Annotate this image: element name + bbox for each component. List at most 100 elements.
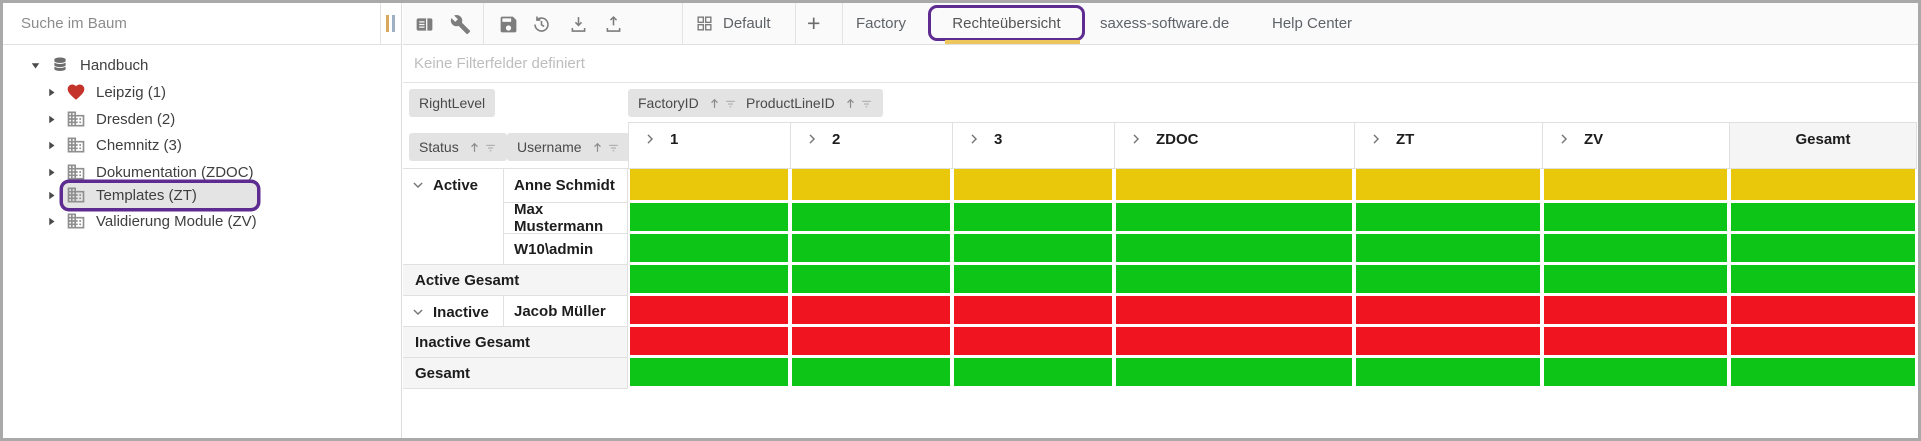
splitter-handle[interactable] <box>386 15 396 32</box>
pivot-cell[interactable] <box>1544 296 1727 324</box>
filter-icon[interactable] <box>860 97 873 110</box>
caret-down-icon[interactable] <box>27 57 43 73</box>
pivot-cell[interactable] <box>1731 203 1915 231</box>
sort-filter-icons[interactable] <box>468 141 497 154</box>
tab-help-center[interactable]: Help Center <box>1272 3 1352 44</box>
pivot-cell[interactable] <box>1116 296 1352 324</box>
row-header-max-mustermann[interactable]: Max Mustermann <box>504 203 628 234</box>
field-chip-factoryid[interactable]: FactoryID <box>628 89 747 117</box>
upload-icon-button[interactable] <box>601 12 625 36</box>
pivot-cell[interactable] <box>954 358 1112 386</box>
chevron-right-icon[interactable] <box>1369 132 1383 151</box>
pivot-cell[interactable] <box>630 265 788 293</box>
pivot-cell[interactable] <box>630 296 788 324</box>
tab-saxess-software-de[interactable]: saxess-software.de <box>1100 3 1229 44</box>
field-chip-rightlevel[interactable]: RightLevel <box>409 89 495 117</box>
caret-right-icon[interactable] <box>43 111 59 127</box>
caret-right-icon[interactable] <box>43 84 59 100</box>
pivot-cell[interactable] <box>792 234 950 262</box>
pivot-cell[interactable] <box>954 169 1112 200</box>
pivot-cell[interactable] <box>630 234 788 262</box>
pivot-cell[interactable] <box>1731 296 1915 324</box>
chevron-right-icon[interactable] <box>805 132 819 151</box>
tree-item-handbuch[interactable]: Handbuch <box>27 52 156 78</box>
layout-selector-button[interactable]: Default <box>695 3 771 44</box>
row-header-anne-schmidt[interactable]: Anne Schmidt <box>504 169 628 203</box>
pivot-cell[interactable] <box>1356 203 1540 231</box>
pivot-cell[interactable] <box>1731 169 1915 200</box>
sort-filter-icons[interactable] <box>844 97 873 110</box>
column-header-zt[interactable]: ZT <box>1354 122 1542 169</box>
pivot-cell[interactable] <box>792 358 950 386</box>
pivot-cell[interactable] <box>1116 203 1352 231</box>
tree-item-body[interactable]: Dresden (2) <box>63 107 183 132</box>
tree-item-body[interactable]: Dokumentation (ZDOC) <box>63 160 262 185</box>
row-header-jacob-m-ller[interactable]: Jacob Müller <box>504 296 628 327</box>
sort-filter-icons[interactable] <box>591 141 620 154</box>
pivot-cell[interactable] <box>630 358 788 386</box>
chevron-down-icon[interactable] <box>411 178 425 196</box>
pivot-cell[interactable] <box>1116 327 1352 355</box>
pivot-cell[interactable] <box>1116 265 1352 293</box>
pivot-cell[interactable] <box>630 169 788 200</box>
pivot-cell[interactable] <box>792 327 950 355</box>
column-header-1[interactable]: 1 <box>628 122 790 169</box>
tree-item-body[interactable]: Leipzig (1) <box>63 80 174 105</box>
tab-factory[interactable]: Factory <box>856 3 906 44</box>
tree-item-body[interactable]: Validierung Module (ZV) <box>63 209 265 234</box>
pivot-cell[interactable] <box>1356 327 1540 355</box>
pivot-cell[interactable] <box>792 203 950 231</box>
pivot-cell[interactable] <box>1356 169 1540 200</box>
pivot-cell[interactable] <box>1731 327 1915 355</box>
pivot-cell[interactable] <box>1356 358 1540 386</box>
pivot-cell[interactable] <box>1544 169 1727 200</box>
download-icon-button[interactable] <box>566 12 590 36</box>
pivot-cell[interactable] <box>1116 234 1352 262</box>
pivot-cell[interactable] <box>1544 234 1727 262</box>
chevron-right-icon[interactable] <box>967 132 981 151</box>
sort-up-icon[interactable] <box>468 141 481 154</box>
column-header-zv[interactable]: ZV <box>1542 122 1729 169</box>
pivot-cell[interactable] <box>1731 234 1915 262</box>
pivot-cell[interactable] <box>954 296 1112 324</box>
caret-right-icon[interactable] <box>43 187 59 203</box>
chevron-down-icon[interactable] <box>411 305 425 323</box>
caret-right-icon[interactable] <box>43 213 59 229</box>
pivot-cell[interactable] <box>792 169 950 200</box>
add-tab-button[interactable]: + <box>807 3 820 44</box>
filter-icon[interactable] <box>607 141 620 154</box>
caret-right-icon[interactable] <box>43 164 59 180</box>
pivot-cell[interactable] <box>954 203 1112 231</box>
tree-item-validierung-module-zv[interactable]: Validierung Module (ZV) <box>43 208 265 234</box>
wrench-icon-button[interactable] <box>448 12 472 36</box>
caret-right-icon[interactable] <box>43 137 59 153</box>
pivot-cell[interactable] <box>630 327 788 355</box>
field-chip-productlineid[interactable]: ProductLineID <box>736 89 883 117</box>
tree-item-body[interactable]: Chemnitz (3) <box>63 133 190 158</box>
filter-icon[interactable] <box>724 97 737 110</box>
sort-up-icon[interactable] <box>844 97 857 110</box>
pivot-cell[interactable] <box>792 265 950 293</box>
tree-item-body[interactable]: Templates (ZT) <box>63 183 257 208</box>
pivot-cell[interactable] <box>1544 327 1727 355</box>
pivot-cell[interactable] <box>1544 265 1727 293</box>
sort-up-icon[interactable] <box>591 141 604 154</box>
tree-item-body[interactable]: Handbuch <box>47 53 156 78</box>
pivot-cell[interactable] <box>954 265 1112 293</box>
panel-toggle-icon-button[interactable] <box>412 12 436 36</box>
history-icon-button[interactable] <box>529 12 553 36</box>
pivot-cell[interactable] <box>1356 296 1540 324</box>
tree-item-templates-zt[interactable]: Templates (ZT) <box>43 182 257 208</box>
save-icon-button[interactable] <box>496 12 520 36</box>
column-header-zdoc[interactable]: ZDOC <box>1114 122 1354 169</box>
row-group-inactive[interactable]: Inactive <box>403 296 504 327</box>
pivot-cell[interactable] <box>792 296 950 324</box>
row-group-active[interactable]: Active <box>403 169 504 265</box>
pivot-cell[interactable] <box>1116 169 1352 200</box>
pivot-cell[interactable] <box>1544 358 1727 386</box>
column-header-2[interactable]: 2 <box>790 122 952 169</box>
tree-item-leipzig-1[interactable]: Leipzig (1) <box>43 79 174 105</box>
filter-fields-area[interactable]: Keine Filterfelder definiert <box>403 45 1918 83</box>
pivot-cell[interactable] <box>954 234 1112 262</box>
chevron-right-icon[interactable] <box>643 132 657 151</box>
